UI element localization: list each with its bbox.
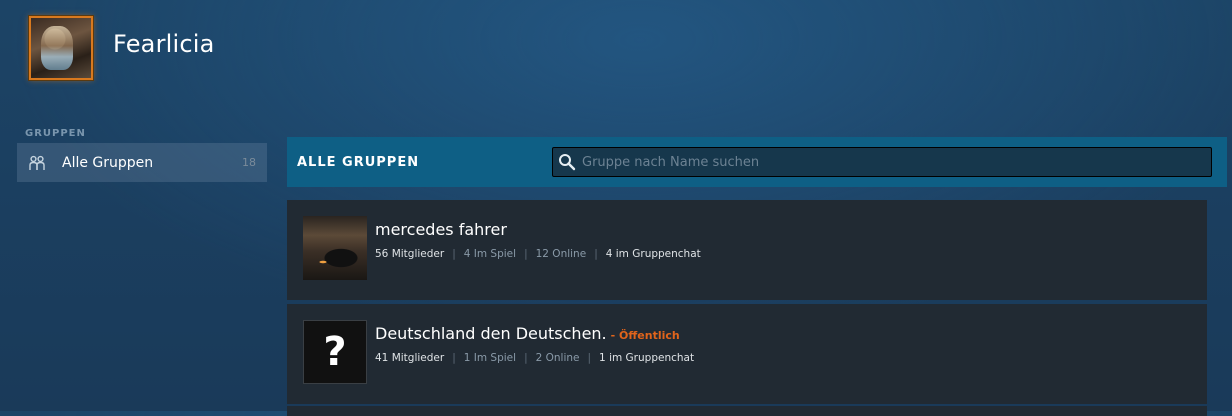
group-in-game: 1 Im Spiel bbox=[463, 352, 517, 364]
separator: | bbox=[452, 248, 456, 260]
group-row-0[interactable]: mercedes fahrer 56 Mitglieder | 4 Im Spiel… bbox=[287, 200, 1207, 300]
group-online: 12 Online bbox=[535, 248, 587, 260]
group-chat[interactable]: 4 im Gruppenchat bbox=[606, 248, 701, 260]
group-stats: 56 Mitglieder | 4 Im Spiel | 12 Online | 4 im … bbox=[375, 248, 701, 260]
groups-header-title: ALLE GRUPPEN bbox=[297, 154, 420, 170]
group-online: 2 Online bbox=[535, 352, 580, 364]
sidebar-section-title: GRUPPEN bbox=[25, 128, 86, 139]
group-avatar-placeholder[interactable]: ? bbox=[303, 320, 367, 384]
group-name[interactable]: mercedes fahrer bbox=[375, 220, 511, 239]
group-members: 56 Mitglieder bbox=[375, 248, 445, 260]
group-members: 41 Mitglieder bbox=[375, 352, 445, 364]
profile-username[interactable]: Fearlicia bbox=[113, 30, 215, 58]
group-name[interactable]: Deutschland den Deutschen. - Öffentlich bbox=[375, 324, 680, 343]
sidebar-item-all-groups[interactable]: Alle Gruppen 18 bbox=[17, 143, 267, 182]
users-icon bbox=[27, 153, 47, 173]
group-visibility: - Öffentlich bbox=[610, 329, 680, 342]
group-row-1[interactable]: ? Deutschland den Deutschen. - Öffentlich… bbox=[287, 304, 1207, 404]
sidebar-item-count: 18 bbox=[242, 156, 256, 169]
group-avatar[interactable] bbox=[303, 216, 367, 280]
search-input[interactable] bbox=[582, 154, 1182, 170]
separator: | bbox=[452, 352, 456, 364]
separator: | bbox=[587, 352, 592, 364]
group-stats: 41 Mitglieder | 1 Im Spiel | 2 Online | 1 im G… bbox=[375, 352, 694, 364]
separator: | bbox=[594, 248, 598, 260]
groups-header: ALLE GRUPPEN bbox=[287, 137, 1227, 187]
separator: | bbox=[524, 248, 528, 260]
group-name-text[interactable]: mercedes fahrer bbox=[375, 220, 507, 239]
group-row-partial bbox=[287, 406, 1207, 416]
search-box[interactable] bbox=[552, 147, 1212, 177]
avatar[interactable] bbox=[29, 16, 93, 80]
group-name-text[interactable]: Deutschland den Deutschen. bbox=[375, 324, 607, 343]
search-icon bbox=[558, 153, 576, 171]
avatar-image bbox=[41, 26, 73, 70]
group-in-game: 4 Im Spiel bbox=[463, 248, 517, 260]
separator: | bbox=[524, 352, 528, 364]
group-chat[interactable]: 1 im Gruppenchat bbox=[599, 352, 694, 364]
sidebar-item-label: Alle Gruppen bbox=[62, 154, 154, 171]
